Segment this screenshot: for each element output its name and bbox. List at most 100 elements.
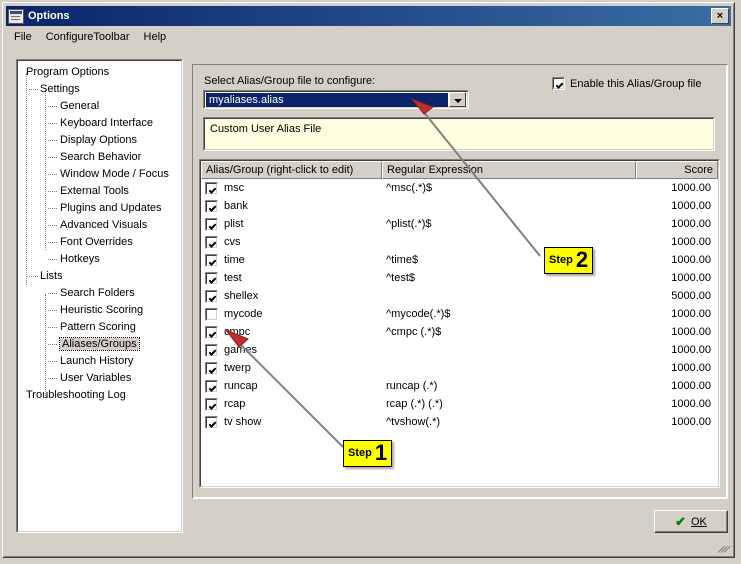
table-row[interactable]: tv show ^tvshow(.*) 1000.00 [201,413,718,431]
tree-item-aliases-groups-label: Aliases/Groups [59,337,140,351]
alias-cell: rcap [201,395,382,413]
tree-item-pattern-scoring-label: Pattern Scoring [60,321,136,333]
alias-enabled-checkbox[interactable] [205,199,218,213]
alias-file-combo-inner: myaliases.alias [204,91,468,108]
table-row[interactable]: test ^test$ 1000.00 [201,269,718,287]
tree-item-settings-label: Settings [40,83,80,95]
tree-connector-line [26,73,28,285]
chevron-down-icon[interactable] [449,92,466,107]
window-options-icon [8,8,24,24]
alias-name: cvs [224,236,241,248]
regex-cell [382,233,636,251]
regex-cell [382,341,636,359]
regex-cell: ^test$ [386,272,416,284]
score-cell: 1000.00 [671,218,711,230]
options-tree[interactable]: Program Options Settings General Keyboard I… [17,60,182,532]
alias-name: runcap [224,380,258,392]
alias-cell: cmpc [201,323,382,341]
tree-item-heuristic-scoring-label: Heuristic Scoring [60,304,144,316]
enable-alias-file-checkbox[interactable] [552,77,565,90]
close-icon-glyph: × [716,10,724,22]
score-cell: 1000.00 [671,416,711,428]
menu-file[interactable]: File [7,29,39,45]
alias-name: games [224,344,258,356]
check-icon: ✔ [675,514,686,529]
table-row[interactable]: runcap runcap (.*) 1000.00 [201,377,718,395]
menu-help[interactable]: Help [137,29,174,45]
tree-connector-line [45,90,47,250]
tree-connector-line [45,294,47,398]
alias-name: test [224,272,242,284]
regex-cell: ^cmpc (.*)$ [386,326,442,338]
table-row[interactable]: bank 1000.00 [201,197,718,215]
alias-enabled-checkbox[interactable] [205,253,218,267]
column-header-alias[interactable]: Alias/Group (right-click to edit) [201,161,382,179]
tree-item-search-behavior-label: Search Behavior [60,151,142,163]
alias-enabled-checkbox[interactable] [205,343,218,357]
alias-enabled-checkbox[interactable] [205,379,218,393]
tree-item-display-options-label: Display Options [60,134,138,146]
tree-item-troubleshooting-log[interactable]: Troubleshooting Log [22,387,181,404]
alias-enabled-checkbox[interactable] [205,271,218,285]
resize-grip[interactable] [717,541,731,553]
table-row[interactable]: rcap rcap (.*) (.*) 1000.00 [201,395,718,413]
table-row[interactable]: games 1000.00 [201,341,718,359]
close-icon[interactable]: × [711,8,729,24]
alias-file-combo[interactable]: myaliases.alias [203,90,469,109]
alias-enabled-checkbox[interactable] [205,397,218,411]
alias-cell: bank [201,197,382,215]
table-row[interactable]: twerp 1000.00 [201,359,718,377]
regex-cell: rcap (.*) (.*) [386,398,443,410]
table-row[interactable]: time ^time$ 1000.00 [201,251,718,269]
table-row[interactable]: mycode ^mycode(.*)$ 1000.00 [201,305,718,323]
alias-cell: mycode [201,305,382,323]
menu-configure-toolbar[interactable]: ConfigureToolbar [39,29,137,45]
alias-enabled-checkbox[interactable] [205,307,218,321]
alias-file-combo-value: myaliases.alias [206,92,448,107]
tree-item-user-variables-label: User Variables [60,372,132,384]
regex-cell: ^tvshow(.*) [386,416,441,428]
alias-list[interactable]: Alias/Group (right-click to edit) Regula… [199,159,720,488]
alias-file-description-box: Custom User Alias File [203,117,715,151]
enable-alias-file-label: Enable this Alias/Group file [570,77,702,90]
ok-button[interactable]: ✔ OK [654,510,728,533]
tree-item-program-options[interactable]: Program Options [22,64,181,81]
table-row[interactable]: shellex 5000.00 [201,287,718,305]
options-window-inner: Options × File ConfigureToolbar Help Pro… [3,3,734,557]
alias-enabled-checkbox[interactable] [205,289,218,303]
table-row[interactable]: cvs 1000.00 [201,233,718,251]
tree-item-hotkeys-label: Hotkeys [60,253,100,265]
alias-name: cmpc [224,326,251,338]
regex-cell [382,197,636,215]
alias-enabled-checkbox[interactable] [205,325,218,339]
table-row[interactable]: cmpc ^cmpc (.*)$ 1000.00 [201,323,718,341]
alias-name: msc [224,182,245,194]
tree-item-hotkeys[interactable]: Hotkeys [22,251,181,268]
ok-button-inner: ✔ OK [655,511,727,532]
table-row[interactable]: msc ^msc(.*)$ 1000.00 [201,179,718,197]
alias-enabled-checkbox[interactable] [205,235,218,249]
callout-step-2-number: 2 [575,247,589,272]
score-cell: 1000.00 [671,326,711,338]
score-cell: 5000.00 [671,290,711,302]
table-row[interactable]: plist ^plist(.*)$ 1000.00 [201,215,718,233]
alias-enabled-checkbox[interactable] [205,217,218,231]
tree-item-lists[interactable]: Lists [22,268,181,285]
alias-enabled-checkbox[interactable] [205,181,218,195]
alias-list-body: msc ^msc(.*)$ 1000.00 bank 1000.00 plist ^plis… [201,179,718,431]
ok-button-label: OK [691,515,707,528]
alias-cell: twerp [201,359,382,377]
enable-alias-file-row[interactable]: Enable this Alias/Group file [552,77,701,90]
alias-enabled-checkbox[interactable] [205,415,218,429]
score-cell: 1000.00 [671,272,711,284]
tree-item-launch-history-label: Launch History [60,355,134,367]
regex-cell: runcap (.*) [386,380,438,392]
alias-cell: cvs [201,233,382,251]
column-header-regex[interactable]: Regular Expression [382,161,636,179]
tree-item-plugins-and-updates-label: Plugins and Updates [60,202,162,214]
alias-name: rcap [224,398,246,410]
alias-enabled-checkbox[interactable] [205,361,218,375]
column-header-score[interactable]: Score [636,161,718,179]
alias-cell: tv show [201,413,382,431]
select-file-label: Select Alias/Group file to configure: [204,75,376,87]
